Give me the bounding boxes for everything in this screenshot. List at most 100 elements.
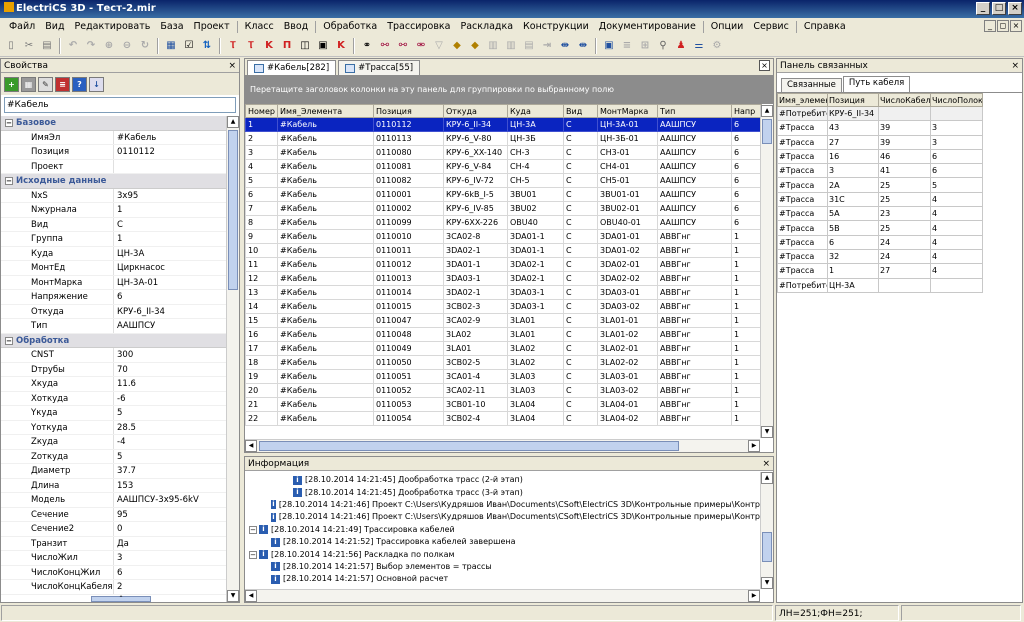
property-row[interactable]: Yоткуда 28.5 (1, 420, 227, 435)
table-cell[interactable]: 46 (878, 148, 931, 165)
column-header[interactable]: Номер (245, 104, 278, 118)
tray-icon[interactable]: K (333, 38, 349, 54)
property-row[interactable]: Проект (1, 159, 227, 174)
table-row[interactable]: 16 #Кабель 0110048 3LA02 3LA01 С 3LA01-02 АВВГн… (245, 327, 762, 342)
maximize-button[interactable]: □ (992, 2, 1006, 15)
property-row[interactable]: ИмяЭл #Кабель (1, 130, 227, 145)
property-value[interactable]: #Кабель (114, 131, 227, 145)
tab-routes[interactable]: #Трасса[55] (338, 60, 421, 75)
table-cell[interactable]: #Кабель (277, 187, 374, 202)
close-icon[interactable]: × (1011, 59, 1019, 73)
property-value[interactable]: С (114, 218, 227, 232)
table-cell[interactable]: 3 (827, 163, 879, 179)
property-value[interactable]: 300 (114, 348, 227, 362)
collapse-icon[interactable]: − (5, 177, 13, 185)
table-cell[interactable]: 0110054 (373, 411, 444, 426)
table-cell[interactable]: С (563, 145, 598, 160)
table-row[interactable]: #Трасса 5А 23 4 (777, 206, 983, 222)
property-value[interactable]: КРУ-6_II-34 (114, 305, 227, 319)
table-cell[interactable]: 4 (930, 234, 983, 250)
table-cell[interactable]: 24 (878, 234, 931, 250)
zoom-in-icon[interactable]: ⊕ (101, 38, 117, 54)
table-cell[interactable]: 3СВ01-10 (443, 397, 508, 412)
table-row[interactable]: #Трасса 43 39 3 (777, 120, 983, 136)
table-cell[interactable]: 0110049 (373, 341, 444, 356)
menu-item[interactable]: Файл (4, 21, 40, 32)
table-cell[interactable]: АВВГнг (657, 355, 732, 370)
table-cell[interactable]: С (563, 201, 598, 216)
table-cell[interactable]: 4 (930, 263, 983, 279)
table-row[interactable]: 5 #Кабель 0110082 КРУ-6_IV-72 CH-5 С CH5-01 ААШ… (245, 173, 762, 188)
scroll-left-icon[interactable]: ◀ (245, 440, 257, 452)
column-header[interactable]: Откуда (443, 104, 508, 118)
table-cell[interactable]: 5В (827, 220, 879, 236)
table-cell[interactable]: 39 (878, 134, 931, 150)
table-cell[interactable]: #Трасса (777, 248, 828, 265)
property-row[interactable]: МонтМарка ЦН-3А-01 (1, 275, 227, 290)
table-cell[interactable]: 0110014 (373, 285, 444, 300)
table-cell[interactable]: 3СВ02-3 (443, 299, 508, 314)
table-cell[interactable]: 1 (731, 397, 762, 412)
table-cell[interactable]: ЦН-3А-01 (597, 117, 658, 132)
table-cell[interactable]: CH-4 (507, 159, 564, 174)
table-cell[interactable]: 3LA02 (507, 355, 564, 370)
table-row[interactable]: 9 #Кабель 0110010 3СА02-8 3DA01-1 С 3DA01-01 АВ… (245, 229, 762, 244)
checkbox-icon[interactable]: ☑ (181, 38, 197, 54)
splitter-grip[interactable]: ⌃ (91, 596, 151, 602)
log-entry[interactable]: i [28.10.2014 14:21:45] Дообработка трасс… (245, 486, 760, 498)
table-cell[interactable]: 1 (731, 341, 762, 356)
table-cell[interactable]: 3DA01-01 (597, 229, 658, 244)
menu-item[interactable]: Редактировать (70, 21, 156, 32)
table-cell[interactable]: 3DA02-1 (507, 257, 564, 272)
table-cell[interactable]: С (563, 257, 598, 272)
table-row[interactable]: 8 #Кабель 0110099 КРУ-6XX-226 OBU40 С OBU40-01… (245, 215, 762, 230)
menu-item[interactable]: Обработка (318, 21, 382, 32)
property-value[interactable]: 1 (114, 232, 227, 246)
table-cell[interactable]: 1 (731, 243, 762, 258)
table-cell[interactable]: С (563, 355, 598, 370)
table-cell[interactable]: 3LA02-02 (597, 355, 658, 370)
table-cell[interactable]: 3СА02-11 (443, 383, 508, 398)
table-cell[interactable]: ААШПСУ (657, 187, 732, 202)
table-cell[interactable]: 3DA02-01 (597, 257, 658, 272)
table-alt-icon[interactable]: ▥ (503, 38, 519, 54)
table-cell[interactable]: 12 (245, 271, 278, 286)
property-row[interactable]: Zоткуда 5 (1, 449, 227, 464)
table-cell[interactable]: 0110002 (373, 201, 444, 216)
menu-item[interactable]: Ввод (279, 21, 314, 32)
table-cell[interactable]: #Кабель (277, 117, 374, 132)
table-row[interactable]: #Трасса 2А 25 5 (777, 177, 983, 193)
edit-icon[interactable]: ✎ (38, 76, 53, 92)
column-header[interactable]: Тип (657, 104, 732, 118)
table-cell[interactable]: #Трасса (777, 191, 828, 208)
property-row[interactable]: Yкуда 5 (1, 406, 227, 421)
table-cell[interactable]: 1 (731, 355, 762, 370)
table-cell[interactable]: АВВГнг (657, 341, 732, 356)
table-cell[interactable]: 0110015 (373, 299, 444, 314)
table-cell[interactable]: #Кабель (277, 369, 374, 384)
menu-item[interactable]: Конструкции (518, 21, 594, 32)
grid-vertical-scrollbar[interactable]: ▲ ▼ (760, 105, 773, 438)
table-cell[interactable]: OBU40-01 (597, 215, 658, 230)
table-cell[interactable]: 21 (245, 397, 278, 412)
cable-k-icon[interactable]: K (261, 38, 277, 54)
column-header[interactable]: ЧислоКабел (878, 93, 931, 107)
route-alt-icon[interactable]: Ⲧ (243, 38, 259, 54)
table-cell[interactable]: 25 (878, 220, 931, 236)
scroll-up-icon[interactable]: ▲ (761, 472, 773, 484)
close-icon[interactable]: × (228, 59, 236, 73)
scroll-left-icon[interactable]: ◀ (245, 590, 257, 602)
table-cell[interactable]: 11 (245, 257, 278, 272)
table-cell[interactable]: 3LA01 (507, 313, 564, 328)
table-cell[interactable]: 27 (878, 263, 931, 279)
window-icon[interactable]: ▣ (601, 38, 617, 54)
tab-cable-path[interactable]: Путь кабеля (842, 76, 911, 92)
table-cell[interactable]: 16 (245, 327, 278, 342)
table-cell[interactable]: 6 (731, 131, 762, 146)
table-cell[interactable]: 0110047 (373, 313, 444, 328)
filter-icon[interactable]: ▽ (431, 38, 447, 54)
close-icon[interactable]: × (762, 457, 770, 471)
table-cell[interactable]: 3DA01-1 (507, 243, 564, 258)
table-cell[interactable]: 39 (878, 120, 931, 136)
property-value[interactable]: 3 (114, 551, 227, 565)
